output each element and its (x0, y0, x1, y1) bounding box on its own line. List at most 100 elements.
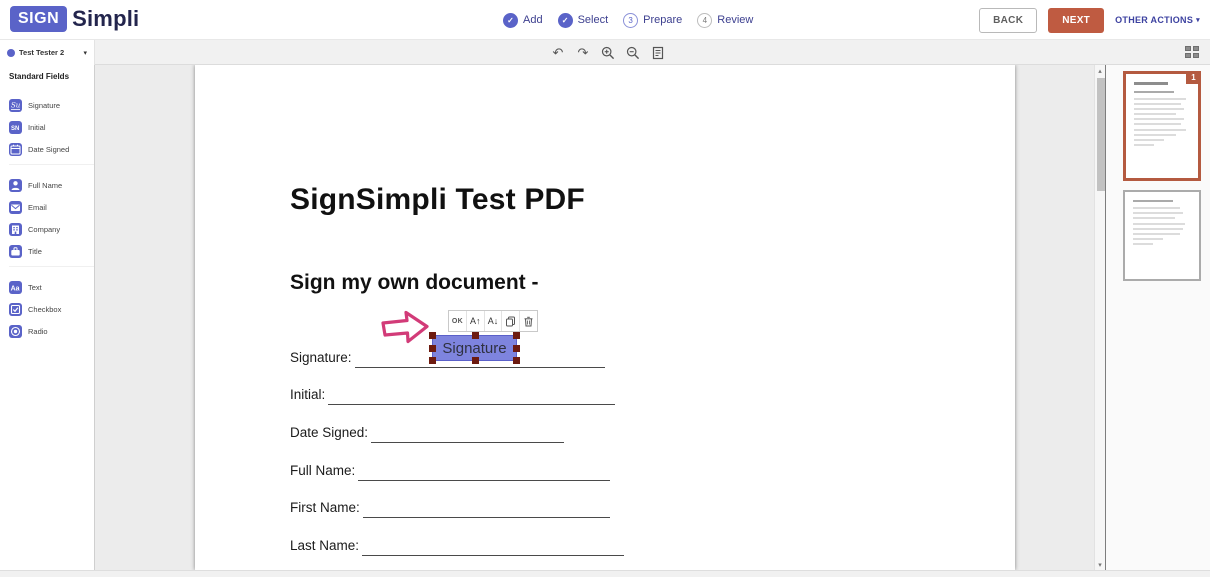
sidebar-item-title[interactable]: Title (9, 240, 94, 262)
logo-sign-box: SIGN (10, 6, 67, 32)
sidebar-item-label: Radio (28, 327, 48, 336)
field-blank-line (328, 395, 615, 405)
step-label: Review (717, 14, 753, 26)
title-icon (9, 245, 22, 258)
back-button[interactable]: BACK (979, 8, 1037, 33)
thumbnail-preview (1125, 192, 1199, 245)
document-field-row: Last Name: (290, 518, 624, 556)
signature-icon: Su (9, 99, 22, 112)
sidebar-item-date-signed[interactable]: Date Signed (9, 138, 94, 160)
text-icon: Aa (9, 281, 22, 294)
document-field-row: First Name: (290, 481, 624, 519)
sidebar-group-identity: Full Name Email Company Title (9, 174, 94, 267)
placed-signature-field[interactable]: Signature (432, 335, 517, 361)
next-button[interactable]: NEXT (1048, 8, 1104, 33)
resize-handle[interactable] (513, 357, 520, 364)
signer-color-dot (7, 49, 15, 57)
copy-icon[interactable] (502, 311, 520, 331)
sidebar-item-label: Company (28, 225, 60, 234)
sidebar-item-full-name[interactable]: Full Name (9, 174, 94, 196)
step-add[interactable]: ✓ Add (503, 13, 543, 28)
step-prepare[interactable]: 3 Prepare (623, 13, 682, 28)
svg-text:Aa: Aa (11, 285, 20, 292)
zoom-in-icon[interactable] (599, 44, 617, 62)
resize-handle[interactable] (472, 332, 479, 339)
document-field-row: Initial: (290, 368, 624, 406)
field-blank-line (363, 508, 610, 518)
field-label: Last Name: (290, 538, 359, 556)
sidebar-item-label: Full Name (28, 181, 62, 190)
field-widget-toolbar: OK A↑ A↓ (448, 310, 538, 332)
thumbnail-preview (1126, 74, 1198, 146)
sidebar-item-email[interactable]: Email (9, 196, 94, 218)
sidebar-item-checkbox[interactable]: Checkbox (9, 298, 94, 320)
signsimpli-logo: SIGN Simpli (10, 6, 139, 32)
field-label: Date Signed: (290, 425, 368, 443)
sidebar-group-inputs: Aa Text Checkbox Radio (9, 276, 94, 346)
sidebar-group-signing: Su Signature SN Initial Date Signed (9, 94, 94, 165)
font-increase-button[interactable]: A↑ (467, 311, 485, 331)
resize-handle[interactable] (472, 357, 479, 364)
chevron-down-icon: ▾ (1196, 16, 1200, 24)
check-icon: ✓ (503, 13, 518, 28)
pdf-page[interactable]: SignSimpli Test PDF Sign my own document… (195, 65, 1015, 570)
trash-icon[interactable] (520, 311, 537, 331)
sidebar-item-company[interactable]: Company (9, 218, 94, 240)
document-heading: Sign my own document - (290, 271, 539, 295)
redo-icon[interactable]: ↷ (574, 44, 592, 62)
zoom-out-icon[interactable] (624, 44, 642, 62)
step-number: 3 (623, 13, 638, 28)
scroll-down-icon[interactable]: ▾ (1095, 561, 1105, 569)
sidebar-item-radio[interactable]: Radio (9, 320, 94, 342)
sidebar-item-label: Title (28, 247, 42, 256)
sidebar-item-signature[interactable]: Su Signature (9, 94, 94, 116)
field-label: Signature: (290, 350, 352, 368)
resize-handle[interactable] (513, 332, 520, 339)
signer-name: Test Tester 2 (19, 48, 83, 57)
checkbox-icon (9, 303, 22, 316)
step-label: Add (523, 14, 543, 26)
step-label: Prepare (643, 14, 682, 26)
page-thumbnail-1[interactable]: 1 (1123, 71, 1201, 181)
annotation-arrow-icon (379, 307, 433, 349)
sidebar-item-label: Checkbox (28, 305, 61, 314)
resize-handle[interactable] (429, 357, 436, 364)
sidebar-item-label: Date Signed (28, 145, 69, 154)
field-blank-line (371, 433, 564, 443)
step-select[interactable]: ✓ Select (558, 13, 609, 28)
undo-icon[interactable]: ↶ (549, 44, 567, 62)
logo-simpli-text: Simpli (72, 6, 139, 32)
initial-icon: SN (9, 121, 22, 134)
vertical-scrollbar[interactable]: ▴ ▾ (1094, 65, 1105, 570)
field-blank-line (358, 471, 610, 481)
sidebar-item-initial[interactable]: SN Initial (9, 116, 94, 138)
fields-sidebar: Standard Fields Su Signature SN Initial … (0, 65, 95, 570)
document-toolbar: ↶ ↷ (549, 40, 667, 65)
other-actions-label: OTHER ACTIONS (1115, 15, 1193, 25)
scrollbar-thumb[interactable] (1097, 78, 1105, 191)
page-thumbnails-panel: 1 (1105, 65, 1210, 570)
step-review[interactable]: 4 Review (697, 13, 753, 28)
grid-view-icon[interactable] (1185, 46, 1199, 58)
chevron-down-icon: ▾ (83, 49, 87, 57)
signature-field-value: Signature (442, 340, 506, 357)
page-thumbnail-2[interactable] (1123, 190, 1201, 281)
ok-button[interactable]: OK (449, 311, 467, 331)
document-title: SignSimpli Test PDF (290, 183, 585, 217)
sidebar-item-label: Text (28, 283, 42, 292)
document-field-row: Full Name: (290, 443, 624, 481)
fit-page-icon[interactable] (649, 44, 667, 62)
other-actions-dropdown[interactable]: OTHER ACTIONS ▾ (1115, 15, 1200, 25)
sidebar-item-text[interactable]: Aa Text (9, 276, 94, 298)
signer-dropdown[interactable]: Test Tester 2 ▾ (0, 40, 95, 65)
bottom-strip (0, 570, 1210, 577)
sidebar-item-label: Signature (28, 101, 60, 110)
field-blank-line (362, 546, 624, 556)
page-number-badge: 1 (1186, 71, 1201, 84)
font-decrease-button[interactable]: A↓ (485, 311, 503, 331)
resize-handle[interactable] (513, 345, 520, 352)
full-name-icon (9, 179, 22, 192)
scroll-up-icon[interactable]: ▴ (1095, 67, 1105, 75)
sidebar-item-label: Initial (28, 123, 46, 132)
field-label: Full Name: (290, 463, 355, 481)
